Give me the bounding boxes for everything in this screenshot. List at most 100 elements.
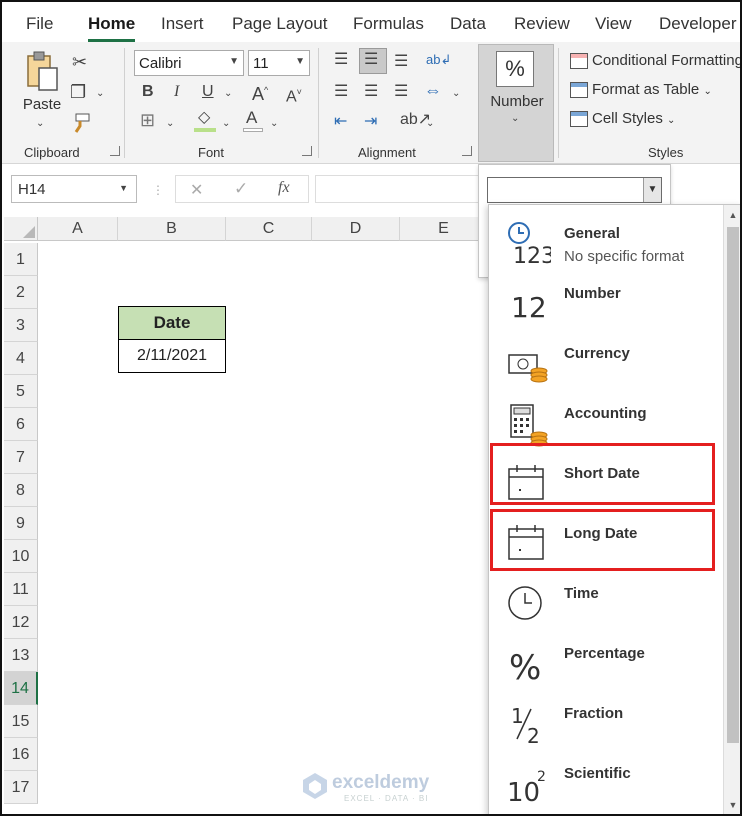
row-header-10[interactable]: 10 <box>4 540 38 573</box>
chevron-down-icon[interactable]: ⌄ <box>452 86 460 102</box>
format-item-number[interactable]: 12 Number <box>489 273 723 333</box>
number-format-combo[interactable]: ▼ <box>487 177 662 203</box>
format-item-time[interactable]: Time <box>489 573 723 633</box>
scroll-up-icon[interactable]: ▲ <box>727 209 739 221</box>
chevron-down-icon[interactable]: ⌄ <box>96 86 104 102</box>
cell-styles-label: Cell Styles <box>592 110 663 127</box>
format-item-percentage[interactable]: % Percentage <box>489 633 723 693</box>
chevron-down-icon[interactable]: ⌄ <box>222 116 230 132</box>
italic-icon[interactable]: I <box>174 84 179 100</box>
enter-icon[interactable]: ✓ <box>234 179 248 199</box>
format-as-table-button[interactable]: Format as Table ⌄ <box>570 81 712 99</box>
row-header-14[interactable]: 14 <box>4 672 38 705</box>
row-header-9[interactable]: 9 <box>4 507 38 540</box>
column-header-d[interactable]: D <box>312 217 400 241</box>
dialog-launcher-icon[interactable] <box>110 146 120 156</box>
dialog-launcher-icon[interactable] <box>462 146 472 156</box>
underline-icon[interactable]: U <box>202 84 214 100</box>
font-name-select[interactable]: Calibri ▼ <box>134 50 244 76</box>
paste-button[interactable]: Paste ⌄ <box>18 50 64 130</box>
align-middle-icon[interactable]: ☰ <box>364 52 378 68</box>
chevron-down-icon: ⌄ <box>511 113 520 124</box>
align-center-icon[interactable]: ☰ <box>364 84 378 100</box>
font-name-value: Calibri <box>139 55 182 72</box>
column-header-b[interactable]: B <box>118 217 226 241</box>
cut-icon[interactable]: ✂ <box>72 53 87 71</box>
number-format-button[interactable]: % Number ⌄ <box>478 44 554 162</box>
increase-indent-icon[interactable]: ⇥ <box>364 114 377 130</box>
column-header-e[interactable]: E <box>400 217 488 241</box>
format-item-scientific[interactable]: 10 2 Scientific <box>489 753 723 813</box>
scroll-down-icon[interactable]: ▼ <box>727 799 739 811</box>
formula-input[interactable] <box>315 175 485 203</box>
row-header-15[interactable]: 15 <box>4 705 38 738</box>
tab-view[interactable]: View <box>595 14 632 34</box>
row-header-17[interactable]: 17 <box>4 771 38 804</box>
format-item-currency[interactable]: Currency <box>489 333 723 393</box>
row-header-16[interactable]: 16 <box>4 738 38 771</box>
wrap-text-icon[interactable]: ab↲ <box>426 52 451 68</box>
align-bottom-icon[interactable]: ☰ <box>394 54 408 70</box>
tab-data[interactable]: Data <box>450 14 486 34</box>
format-item-general[interactable]: 123 General No specific format <box>489 213 723 273</box>
svg-text:12: 12 <box>511 291 547 324</box>
select-all-corner[interactable] <box>4 217 38 241</box>
merge-center-icon[interactable]: ⇔ <box>424 81 442 99</box>
svg-text:2: 2 <box>537 769 546 785</box>
format-item-fraction[interactable]: 1 2 Fraction <box>489 693 723 753</box>
tab-home[interactable]: Home <box>88 14 136 42</box>
dialog-launcher-icon[interactable] <box>302 146 312 156</box>
tab-review[interactable]: Review <box>514 14 570 34</box>
font-color-icon[interactable]: A <box>246 109 257 126</box>
chevron-down-icon[interactable]: ⌄ <box>224 86 232 102</box>
format-item-label: Number <box>564 285 621 302</box>
column-header-a[interactable]: A <box>38 217 118 241</box>
vertical-scrollbar[interactable]: ▲ ▼ <box>723 205 740 814</box>
tab-file[interactable]: File <box>26 14 53 34</box>
decrease-font-icon[interactable]: A˅ <box>286 84 302 105</box>
format-painter-icon[interactable] <box>70 112 92 134</box>
drag-handle-icon[interactable]: ⋮ <box>152 183 164 197</box>
font-size-select[interactable]: 11 ▼ <box>248 50 310 76</box>
column-header-c[interactable]: C <box>226 217 312 241</box>
increase-font-icon[interactable]: A^ <box>252 82 268 103</box>
row-header-11[interactable]: 11 <box>4 573 38 606</box>
conditional-formatting-button[interactable]: Conditional Formatting <box>570 52 740 70</box>
row-header-2[interactable]: 2 <box>4 276 38 309</box>
decrease-indent-icon[interactable]: ⇤ <box>334 114 347 130</box>
row-header-6[interactable]: 6 <box>4 408 38 441</box>
name-box[interactable]: H14 ▼ <box>11 175 137 203</box>
align-right-icon[interactable]: ☰ <box>394 84 408 100</box>
copy-icon[interactable]: ❐ <box>70 83 86 101</box>
row-header-1[interactable]: 1 <box>4 243 38 276</box>
row-header-4[interactable]: 4 <box>4 342 38 375</box>
chevron-down-icon[interactable]: ⌄ <box>270 116 278 132</box>
row-header-3[interactable]: 3 <box>4 309 38 342</box>
insert-function-icon[interactable]: fx <box>278 179 290 197</box>
cell-styles-button[interactable]: Cell Styles ⌄ <box>570 110 675 128</box>
fill-color-swatch <box>194 128 216 132</box>
row-header-7[interactable]: 7 <box>4 441 38 474</box>
table-header-date[interactable]: Date <box>118 306 226 340</box>
fill-color-icon[interactable]: ◇ <box>198 110 210 126</box>
tab-insert[interactable]: Insert <box>161 14 204 34</box>
chevron-down-icon[interactable]: ⌄ <box>426 116 434 132</box>
row-header-5[interactable]: 5 <box>4 375 38 408</box>
font-color-swatch <box>243 128 263 132</box>
scrollbar-thumb[interactable] <box>727 227 739 743</box>
tab-developer[interactable]: Developer <box>659 14 737 34</box>
align-left-icon[interactable]: ☰ <box>334 84 348 100</box>
row-header-13[interactable]: 13 <box>4 639 38 672</box>
borders-icon[interactable]: ⊞ <box>140 111 155 129</box>
align-top-icon[interactable]: ☰ <box>334 52 348 68</box>
cancel-icon[interactable]: ✕ <box>190 180 203 200</box>
chevron-down-icon[interactable]: ▼ <box>643 178 661 202</box>
tab-page-layout[interactable]: Page Layout <box>232 14 327 34</box>
table-cell-date[interactable]: 2/11/2021 <box>118 339 226 373</box>
row-header-12[interactable]: 12 <box>4 606 38 639</box>
chevron-down-icon[interactable]: ⌄ <box>166 116 174 132</box>
format-item-label: Currency <box>564 345 630 362</box>
row-header-8[interactable]: 8 <box>4 474 38 507</box>
bold-icon[interactable]: B <box>142 84 154 100</box>
tab-formulas[interactable]: Formulas <box>353 14 424 34</box>
